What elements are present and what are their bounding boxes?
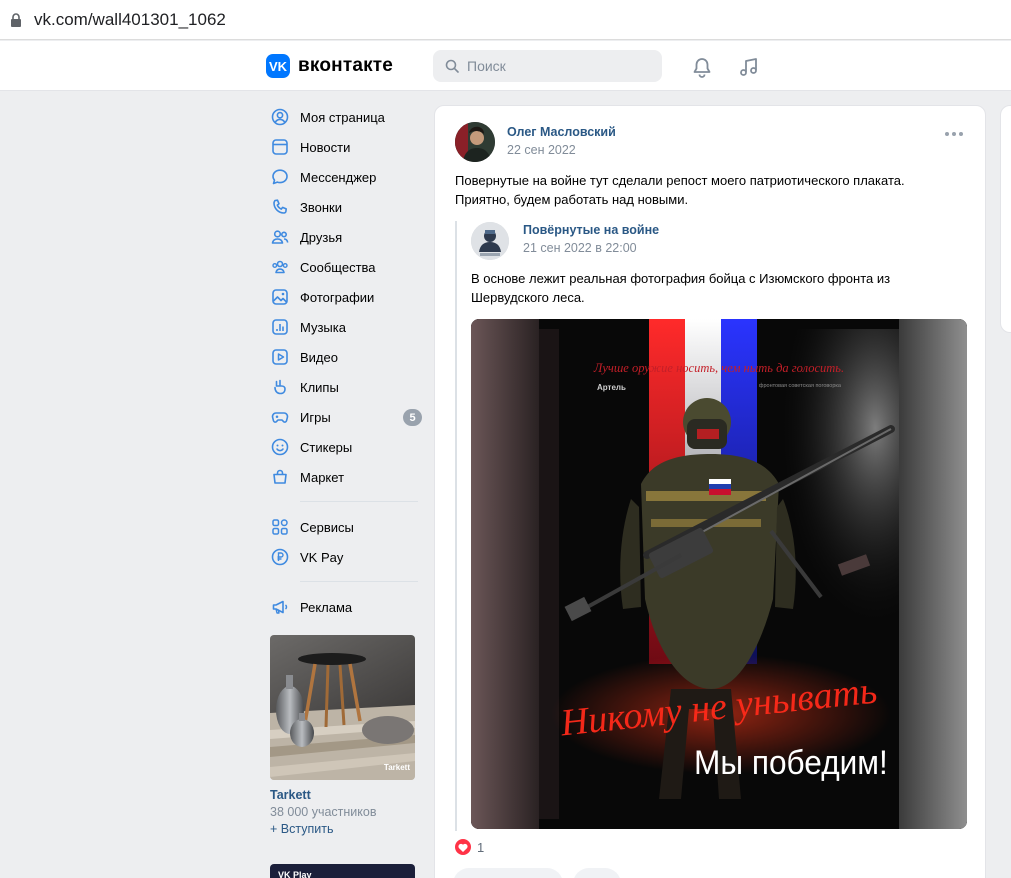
sidebar-item-label: Маркет [300, 469, 345, 485]
sidebar-item-label: Музыка [300, 319, 346, 335]
vk-logo-mark: VK [266, 54, 290, 78]
right-side-card [1000, 105, 1011, 333]
search-icon [445, 59, 459, 73]
sidebar-item-news[interactable]: Новости [268, 132, 424, 162]
photos-icon [270, 287, 290, 307]
games-badge: 5 [403, 409, 422, 426]
sidebar-item-music[interactable]: Музыка [268, 312, 424, 342]
sidebar-item-ads[interactable]: Реклама [268, 592, 424, 622]
music-player-icon[interactable] [737, 55, 761, 79]
left-sidebar: Моя страница Новости Мессенджер Звонки Д… [268, 102, 424, 622]
sidebar-item-label: Игры [300, 409, 331, 425]
post-text: Повернутые на войне тут сделали репост м… [455, 173, 905, 207]
search-box[interactable] [433, 50, 662, 82]
notifications-bell-icon[interactable] [690, 55, 714, 79]
sidebar-item-games[interactable]: Игры 5 [268, 402, 424, 432]
comment-button[interactable] [573, 868, 621, 878]
sidebar-item-label: Фотографии [300, 289, 375, 305]
repost-date[interactable]: 21 сен 2022 в 22:00 [523, 241, 637, 255]
stickers-icon [270, 437, 290, 457]
second-ad-text: VK Play [278, 870, 312, 878]
post-likes[interactable]: 1 [455, 839, 484, 855]
clips-icon [270, 377, 290, 397]
sidebar-item-vk-pay[interactable]: VK Pay [268, 542, 424, 572]
search-input[interactable] [467, 58, 647, 74]
sidebar-item-label: Мессенджер [300, 169, 377, 185]
poster-top-quote: Лучше оружие носить, чем ныть да голосит… [593, 361, 844, 375]
lock-icon [8, 12, 24, 28]
ad-join-button[interactable]: + Вступить [270, 822, 416, 836]
heart-icon[interactable] [455, 839, 471, 855]
repost-group-link[interactable]: Повёрнутые на войне [523, 223, 659, 237]
post-author-link[interactable]: Олег Масловский [507, 125, 616, 139]
vkpay-icon [270, 547, 290, 567]
second-ad-banner[interactable]: VK Play [270, 864, 415, 878]
sidebar-item-market[interactable]: Маркет [268, 462, 424, 492]
like-button[interactable] [453, 868, 563, 878]
sidebar-item-services[interactable]: Сервисы [268, 512, 424, 542]
ad-members: 38 000 участников [270, 805, 377, 819]
sidebar-item-label: VK Pay [300, 549, 344, 565]
ad-name[interactable]: Tarkett [270, 788, 416, 802]
ad-brand-logo: Tarkett [383, 763, 410, 772]
repost-text: В основе лежит реальная фотография бойца… [471, 271, 891, 305]
message-icon [270, 167, 290, 187]
sidebar-divider [300, 501, 418, 502]
vk-logo[interactable]: VK вконтакте [266, 54, 393, 78]
sidebar-item-clips[interactable]: Клипы [268, 372, 424, 402]
sidebar-item-friends[interactable]: Друзья [268, 222, 424, 252]
sidebar-item-label: Моя страница [300, 109, 385, 125]
poster-headline: Мы победим! [694, 743, 888, 781]
vk-header: VK вконтакте [0, 41, 1011, 91]
sidebar-item-my-page[interactable]: Моя страница [268, 102, 424, 132]
sidebar-item-label: Сервисы [300, 519, 354, 535]
sidebar-item-video[interactable]: Видео [268, 342, 424, 372]
vk-logo-text: вконтакте [298, 55, 394, 76]
sidebar-divider [300, 581, 418, 582]
video-icon [270, 347, 290, 367]
services-icon [270, 517, 290, 537]
likes-count: 1 [477, 839, 485, 855]
sidebar-ad[interactable]: Tarkett Tarkett 38 000 участников + Всту… [270, 635, 416, 836]
repost-group-avatar[interactable] [471, 222, 509, 260]
sidebar-item-label: Сообщества [300, 259, 376, 275]
sidebar-item-label: Реклама [300, 599, 353, 615]
sidebar-item-label: Друзья [300, 229, 343, 245]
wall-post: Олег Масловский 22 сен 2022 Повернутые н… [434, 105, 986, 878]
sidebar-item-label: Стикеры [300, 439, 353, 455]
user-icon [270, 107, 290, 127]
sidebar-item-label: Видео [300, 349, 338, 365]
poster-proverb-source: фронтовая советская поговорка [759, 383, 842, 389]
repost-block: Повёрнутые на войне 21 сен 2022 в 22:00 … [455, 221, 967, 831]
poster-image[interactable]: Лучше оружие носить, чем ныть да голосит… [471, 319, 967, 829]
sidebar-item-label: Звонки [300, 199, 342, 215]
phone-icon [270, 197, 290, 217]
sidebar-item-label: Новости [300, 139, 351, 155]
music-icon [270, 317, 290, 337]
sidebar-item-stickers[interactable]: Стикеры [268, 432, 424, 462]
friends-icon [270, 227, 290, 247]
communities-icon [270, 257, 290, 277]
sidebar-item-communities[interactable]: Сообщества [268, 252, 424, 282]
ad-image[interactable]: Tarkett [270, 635, 415, 780]
news-icon [270, 137, 290, 157]
market-icon [270, 467, 290, 487]
browser-address-bar[interactable]: vk.com/wall401301_1062 [0, 0, 1011, 40]
sidebar-item-messenger[interactable]: Мессенджер [268, 162, 424, 192]
sidebar-item-calls[interactable]: Звонки [268, 192, 424, 222]
browser-url[interactable]: vk.com/wall401301_1062 [34, 10, 226, 30]
games-icon [270, 407, 290, 427]
sidebar-item-label: Клипы [300, 379, 339, 395]
poster-signature: Артель [597, 383, 626, 392]
post-date[interactable]: 22 сен 2022 [507, 143, 576, 157]
author-avatar[interactable] [455, 122, 495, 162]
sidebar-item-photos[interactable]: Фотографии [268, 282, 424, 312]
post-more-menu-icon[interactable] [945, 132, 963, 136]
ads-icon [270, 597, 290, 617]
